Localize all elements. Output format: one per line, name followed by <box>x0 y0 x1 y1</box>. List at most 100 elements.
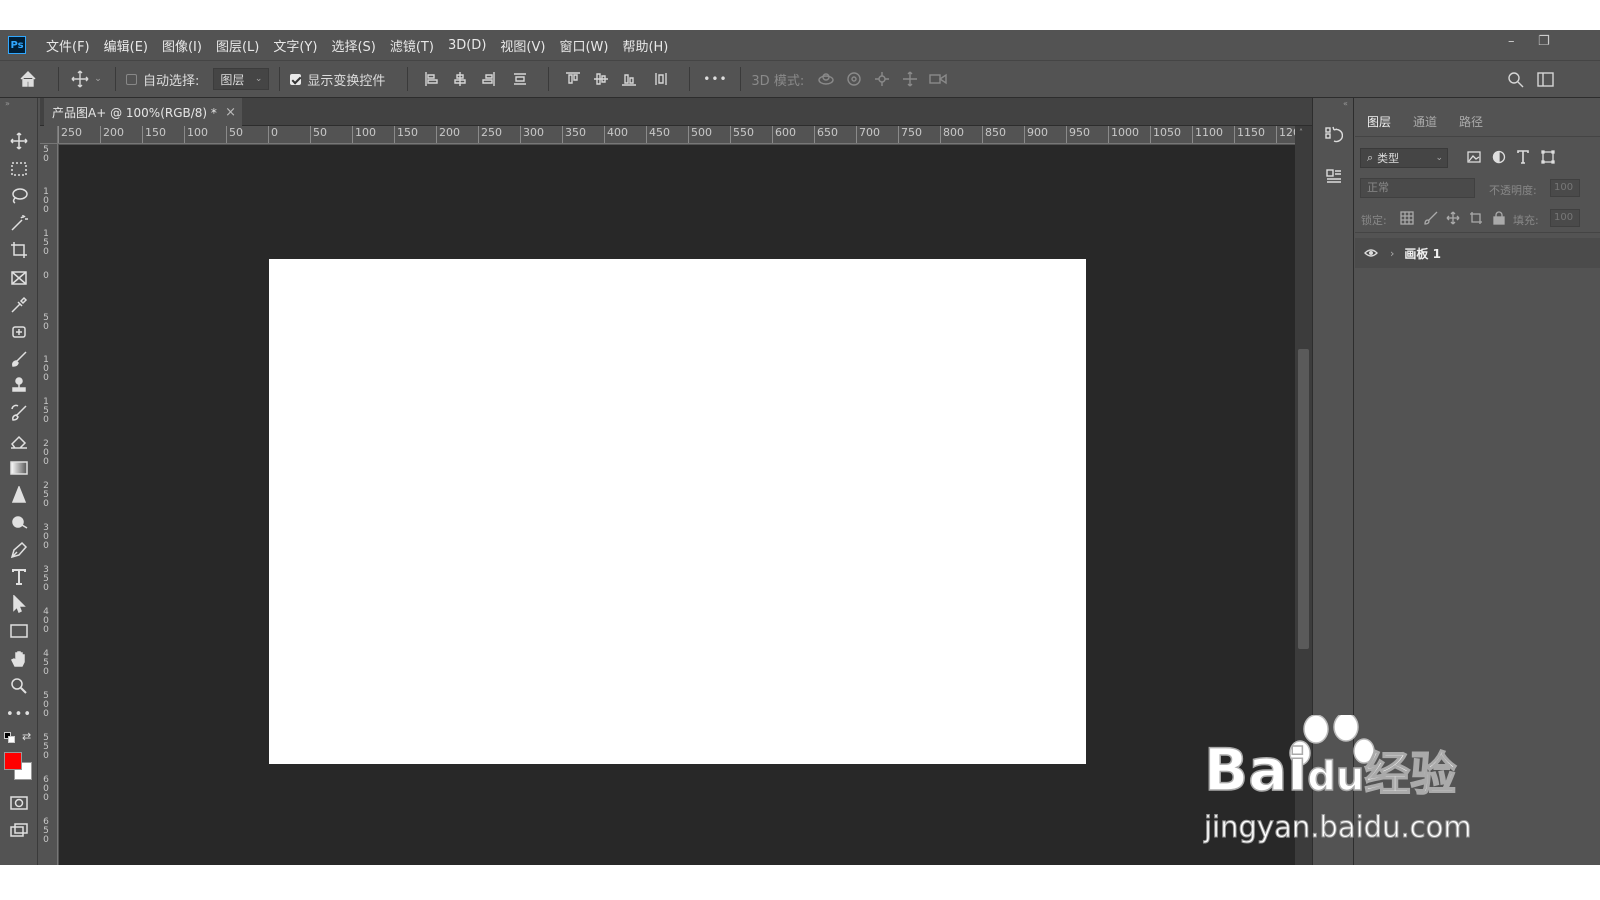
dodge-icon[interactable] <box>9 512 29 532</box>
home-icon[interactable] <box>8 70 48 88</box>
filter-shape-icon[interactable] <box>1541 150 1555 164</box>
hand-icon[interactable] <box>9 649 29 669</box>
menu-3d[interactable]: 3D(D) <box>448 38 486 53</box>
restore-button[interactable]: ❐ <box>1538 34 1550 49</box>
pen-icon[interactable] <box>9 540 29 560</box>
layer-row[interactable]: › 画板 1 <box>1355 238 1600 268</box>
blur-icon[interactable] <box>9 485 29 505</box>
foreground-color-swatch[interactable] <box>4 752 22 770</box>
lock-position-icon[interactable] <box>1446 211 1460 225</box>
move-tool-icon[interactable] <box>69 70 91 88</box>
3d-scale-icon[interactable] <box>924 72 952 86</box>
align-left-icon[interactable] <box>418 71 446 87</box>
ruler-tick-label: 200 <box>436 126 460 143</box>
menu-window[interactable]: 窗口(W) <box>559 36 608 55</box>
vertical-ruler[interactable]: 50 100 150 0 50 100 150 200 250 300 350 400 450 500 55… <box>40 144 58 865</box>
filter-adjustment-icon[interactable] <box>1492 150 1506 164</box>
3d-orbit-icon[interactable] <box>812 71 840 87</box>
menu-help[interactable]: 帮助(H) <box>622 36 668 55</box>
tab-paths[interactable]: 路径 <box>1459 110 1483 134</box>
filter-type-icon[interactable] <box>1516 150 1530 164</box>
menu-type[interactable]: 文字(Y) <box>273 36 317 55</box>
move-tool-icon[interactable] <box>9 131 29 151</box>
3d-pan-icon[interactable] <box>868 71 896 87</box>
ruler-origin[interactable] <box>40 126 58 144</box>
artboard[interactable] <box>269 259 1086 764</box>
document-tab[interactable]: 产品图A+ @ 100%(RGB/8) * × <box>44 98 242 126</box>
lock-artboard-icon[interactable] <box>1469 211 1483 225</box>
align-vcenter-icon[interactable] <box>587 71 615 87</box>
edit-toolbar-icon[interactable]: ••• <box>6 704 31 724</box>
align-hcenter-icon[interactable] <box>446 71 474 87</box>
properties-panel-icon[interactable] <box>1323 166 1345 188</box>
search-icon[interactable] <box>1503 71 1527 88</box>
eyedropper-icon[interactable] <box>9 295 29 315</box>
brush-icon[interactable] <box>9 349 29 369</box>
lock-all-icon[interactable] <box>1492 211 1506 225</box>
layer-filter-dropdown[interactable]: ⌕ 类型 ⌄ <box>1360 148 1448 168</box>
tab-channels[interactable]: 通道 <box>1413 110 1437 134</box>
layer-name[interactable]: 画板 1 <box>1404 245 1441 262</box>
menu-file[interactable]: 文件(F) <box>46 36 90 55</box>
menu-layer[interactable]: 图层(L) <box>216 36 259 55</box>
auto-select-target-dropdown[interactable]: 图层 ⌄ <box>213 68 270 90</box>
3d-roll-icon[interactable] <box>840 71 868 87</box>
healing-brush-icon[interactable] <box>9 322 29 342</box>
rect-marquee-icon[interactable] <box>9 159 29 179</box>
blend-mode-dropdown[interactable]: 正常 <box>1360 178 1475 198</box>
crop-icon[interactable] <box>9 240 29 260</box>
history-brush-icon[interactable] <box>9 403 29 423</box>
minimize-button[interactable]: – <box>1508 34 1515 49</box>
type-icon[interactable] <box>9 567 29 587</box>
menu-filter[interactable]: 滤镜(T) <box>390 36 434 55</box>
distribute-vertical-icon[interactable] <box>502 71 538 87</box>
quick-mask-icon[interactable] <box>9 793 29 813</box>
history-panel-icon[interactable] <box>1323 124 1345 146</box>
path-selection-icon[interactable] <box>9 594 29 614</box>
menu-view[interactable]: 视图(V) <box>500 36 545 55</box>
distribute-horizontal-icon[interactable] <box>643 71 679 87</box>
menu-image[interactable]: 图像(I) <box>162 36 202 55</box>
magic-wand-icon[interactable] <box>9 213 29 233</box>
lock-transparent-icon[interactable] <box>1400 211 1414 225</box>
gradient-icon[interactable] <box>9 458 29 478</box>
auto-select-option[interactable]: 自动选择: <box>126 70 199 89</box>
align-bottom-icon[interactable] <box>615 71 643 87</box>
align-top-icon[interactable] <box>559 71 587 87</box>
workspace-icon[interactable] <box>1533 71 1557 87</box>
auto-select-checkbox[interactable] <box>126 73 137 85</box>
ruler-tick-label: 250 <box>478 126 502 143</box>
3d-slide-icon[interactable] <box>896 71 924 87</box>
menu-edit[interactable]: 编辑(E) <box>104 36 148 55</box>
eraser-icon[interactable] <box>9 431 29 451</box>
menu-select[interactable]: 选择(S) <box>331 36 375 55</box>
scroll-up-icon[interactable]: ˄ <box>1299 128 1303 137</box>
screen-mode-icon[interactable] <box>9 820 29 840</box>
collapse-toolbar-icon[interactable]: » <box>5 99 10 108</box>
lock-pixels-icon[interactable] <box>1424 211 1438 225</box>
collapse-panels-icon[interactable]: « <box>1343 99 1348 108</box>
horizontal-ruler[interactable]: 250 200 150 100 50 0 50 100 150 200 250 300 350 400 45… <box>58 126 1312 144</box>
expand-chevron-icon[interactable]: › <box>1390 247 1394 260</box>
show-transform-checkbox[interactable] <box>290 73 302 85</box>
chevron-down-icon[interactable]: ⌄ <box>91 74 105 84</box>
filter-pixel-icon[interactable] <box>1467 150 1481 164</box>
swap-colors-icon[interactable]: ⇄ <box>22 730 31 743</box>
canvas-area[interactable] <box>59 145 1295 865</box>
clone-stamp-icon[interactable] <box>9 376 29 396</box>
frame-icon[interactable] <box>9 268 29 288</box>
show-transform-option[interactable]: 显示变换控件 <box>290 70 385 89</box>
rectangle-icon[interactable] <box>9 621 29 641</box>
zoom-icon[interactable] <box>9 676 29 696</box>
align-right-icon[interactable] <box>474 71 502 87</box>
fill-field[interactable]: 100 <box>1550 209 1580 227</box>
tab-layers[interactable]: 图层 <box>1367 110 1391 134</box>
default-colors-icon[interactable] <box>4 732 15 743</box>
close-icon[interactable]: × <box>225 105 236 120</box>
opacity-field[interactable]: 100 <box>1550 179 1580 197</box>
scrollbar-thumb[interactable] <box>1298 349 1309 649</box>
more-options-button[interactable]: ••• <box>700 72 730 86</box>
ruler-tick-label: 950 <box>1066 126 1090 143</box>
lasso-icon[interactable] <box>9 186 29 206</box>
visibility-eye-icon[interactable] <box>1364 248 1378 258</box>
